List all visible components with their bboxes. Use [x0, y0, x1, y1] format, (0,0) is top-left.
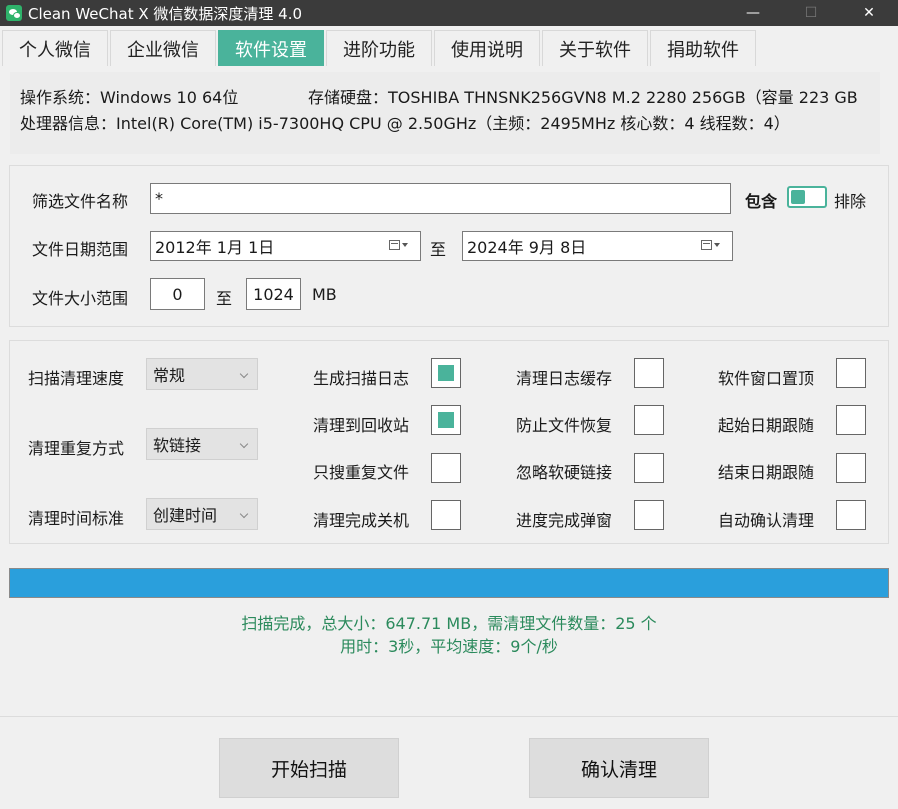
speed-label: 扫描清理速度 [28, 369, 125, 388]
checkbox-end-date-follow[interactable] [836, 453, 866, 483]
tab-advanced[interactable]: 进阶功能 [326, 30, 432, 66]
size-range-label: 文件大小范围 [32, 289, 129, 308]
checkbox-start-date-follow[interactable] [836, 405, 866, 435]
status-summary: 扫描完成，总大小：647.71 MB，需清理文件数量：25 个 [241, 614, 657, 633]
speed-select-value: 常规 [153, 366, 186, 385]
title-bar: Clean WeChat X 微信数据深度清理 4.0 — ☐ ✕ [0, 0, 898, 26]
os-info: 操作系统：Windows 10 64位 [20, 84, 238, 108]
tab-help[interactable]: 使用说明 [434, 30, 540, 66]
maximize-button[interactable]: ☐ [782, 0, 840, 26]
checkbox-label-scan-log: 生成扫描日志 [313, 369, 410, 388]
checkbox-prevent-recovery[interactable] [634, 405, 664, 435]
dup-mode-select-value: 软链接 [153, 436, 202, 455]
os-value: Windows 10 64位 [100, 88, 239, 107]
size-to-label: 至 [216, 289, 233, 308]
include-label: 包含 [745, 192, 778, 211]
checkbox-checked-mark [438, 412, 454, 428]
checkbox-label-always-on-top: 软件窗口置顶 [718, 369, 815, 388]
footer-divider [0, 716, 898, 717]
calendar-icon [389, 240, 400, 250]
tab-settings[interactable]: 软件设置 [218, 30, 324, 66]
scan-progress-bar [9, 568, 889, 598]
date-range-label: 文件日期范围 [32, 240, 129, 259]
size-unit-label: MB [312, 285, 337, 304]
exclude-label: 排除 [834, 192, 867, 211]
dropdown-arrow-icon [402, 243, 408, 247]
checkbox-clear-log-cache[interactable] [634, 358, 664, 388]
size-min-input[interactable]: 0 [150, 278, 205, 310]
filter-panel: 筛选文件名称 * 包含 排除 文件日期范围 2012年 1月 1日 至 2024… [9, 165, 889, 327]
confirm-clean-button[interactable]: 确认清理 [529, 738, 709, 798]
speed-select[interactable]: 常规 [146, 358, 258, 390]
status-timing: 用时：3秒，平均速度：9个/秒 [340, 637, 558, 656]
checkbox-label-recycle-bin: 清理到回收站 [313, 416, 410, 435]
time-standard-label: 清理时间标准 [28, 509, 125, 528]
filename-label: 筛选文件名称 [32, 192, 129, 211]
end-date-value: 2024年 9月 8日 [467, 238, 587, 257]
checkbox-label-start-date-follow: 起始日期跟随 [718, 416, 815, 435]
options-panel: 扫描清理速度 常规 清理重复方式 软链接 清理时间标准 创建时间 生成扫描日志 … [9, 340, 889, 544]
cpu-label: 处理器信息： [20, 114, 117, 133]
tab-donate[interactable]: 捐助软件 [650, 30, 756, 66]
chevron-down-icon [239, 369, 249, 379]
checkbox-label-ignore-links: 忽略软硬链接 [516, 463, 613, 482]
window-controls: — ☐ ✕ [724, 0, 898, 26]
tab-bar: 个人微信 企业微信 软件设置 进阶功能 使用说明 关于软件 捐助软件 [2, 30, 758, 66]
checkbox-label-dup-only: 只搜重复文件 [313, 463, 410, 482]
checkbox-label-end-date-follow: 结束日期跟随 [718, 463, 815, 482]
cpu-value: Intel(R) Core(TM) i5-7300HQ CPU @ 2.50GH… [116, 114, 790, 133]
checkbox-scan-log[interactable] [431, 358, 461, 388]
checkbox-auto-confirm[interactable] [836, 500, 866, 530]
filename-input[interactable]: * [150, 183, 731, 214]
end-date-picker[interactable]: 2024年 9月 8日 [462, 231, 733, 261]
checkbox-dup-only[interactable] [431, 453, 461, 483]
progress-fill [10, 569, 888, 597]
toggle-knob [791, 190, 805, 204]
calendar-icon [701, 240, 712, 250]
disk-value: TOSHIBA THNSNK256GVN8 M.2 2280 256GB（容量 … [388, 88, 858, 107]
tab-about[interactable]: 关于软件 [542, 30, 648, 66]
dup-mode-label: 清理重复方式 [28, 439, 125, 458]
tab-personal-wechat[interactable]: 个人微信 [2, 30, 108, 66]
checkbox-label-clear-log-cache: 清理日志缓存 [516, 369, 613, 388]
cpu-info: 处理器信息：Intel(R) Core(TM) i5-7300HQ CPU @ … [20, 110, 880, 134]
size-max-input[interactable]: 1024 [246, 278, 301, 310]
disk-label: 存储硬盘： [308, 88, 389, 107]
system-info-panel: 操作系统：Windows 10 64位 存储硬盘：TOSHIBA THNSNK2… [10, 72, 880, 154]
wechat-icon [6, 5, 22, 21]
minimize-button[interactable]: — [724, 0, 782, 26]
dropdown-arrow-icon [714, 243, 720, 247]
checkbox-label-prevent-recovery: 防止文件恢复 [516, 416, 613, 435]
window-title: Clean WeChat X 微信数据深度清理 4.0 [28, 4, 303, 23]
disk-info: 存储硬盘：TOSHIBA THNSNK256GVN8 M.2 2280 256G… [308, 84, 880, 108]
checkbox-label-auto-confirm: 自动确认清理 [718, 511, 815, 530]
checkbox-label-shutdown: 清理完成关机 [313, 511, 410, 530]
start-date-value: 2012年 1月 1日 [155, 238, 275, 257]
date-to-label: 至 [430, 240, 447, 259]
tab-enterprise-wechat[interactable]: 企业微信 [110, 30, 216, 66]
checkbox-always-on-top[interactable] [836, 358, 866, 388]
dup-mode-select[interactable]: 软链接 [146, 428, 258, 460]
close-button[interactable]: ✕ [840, 0, 898, 26]
checkbox-recycle-bin[interactable] [431, 405, 461, 435]
time-standard-select[interactable]: 创建时间 [146, 498, 258, 530]
start-date-picker[interactable]: 2012年 1月 1日 [150, 231, 421, 261]
time-standard-select-value: 创建时间 [153, 506, 218, 525]
checkbox-done-popup[interactable] [634, 500, 664, 530]
checkbox-checked-mark [438, 365, 454, 381]
start-scan-button[interactable]: 开始扫描 [219, 738, 399, 798]
chevron-down-icon [239, 509, 249, 519]
os-label: 操作系统： [20, 88, 101, 107]
checkbox-ignore-links[interactable] [634, 453, 664, 483]
chevron-down-icon [239, 439, 249, 449]
checkbox-shutdown[interactable] [431, 500, 461, 530]
checkbox-label-done-popup: 进度完成弹窗 [516, 511, 613, 530]
include-exclude-toggle[interactable] [787, 186, 827, 208]
